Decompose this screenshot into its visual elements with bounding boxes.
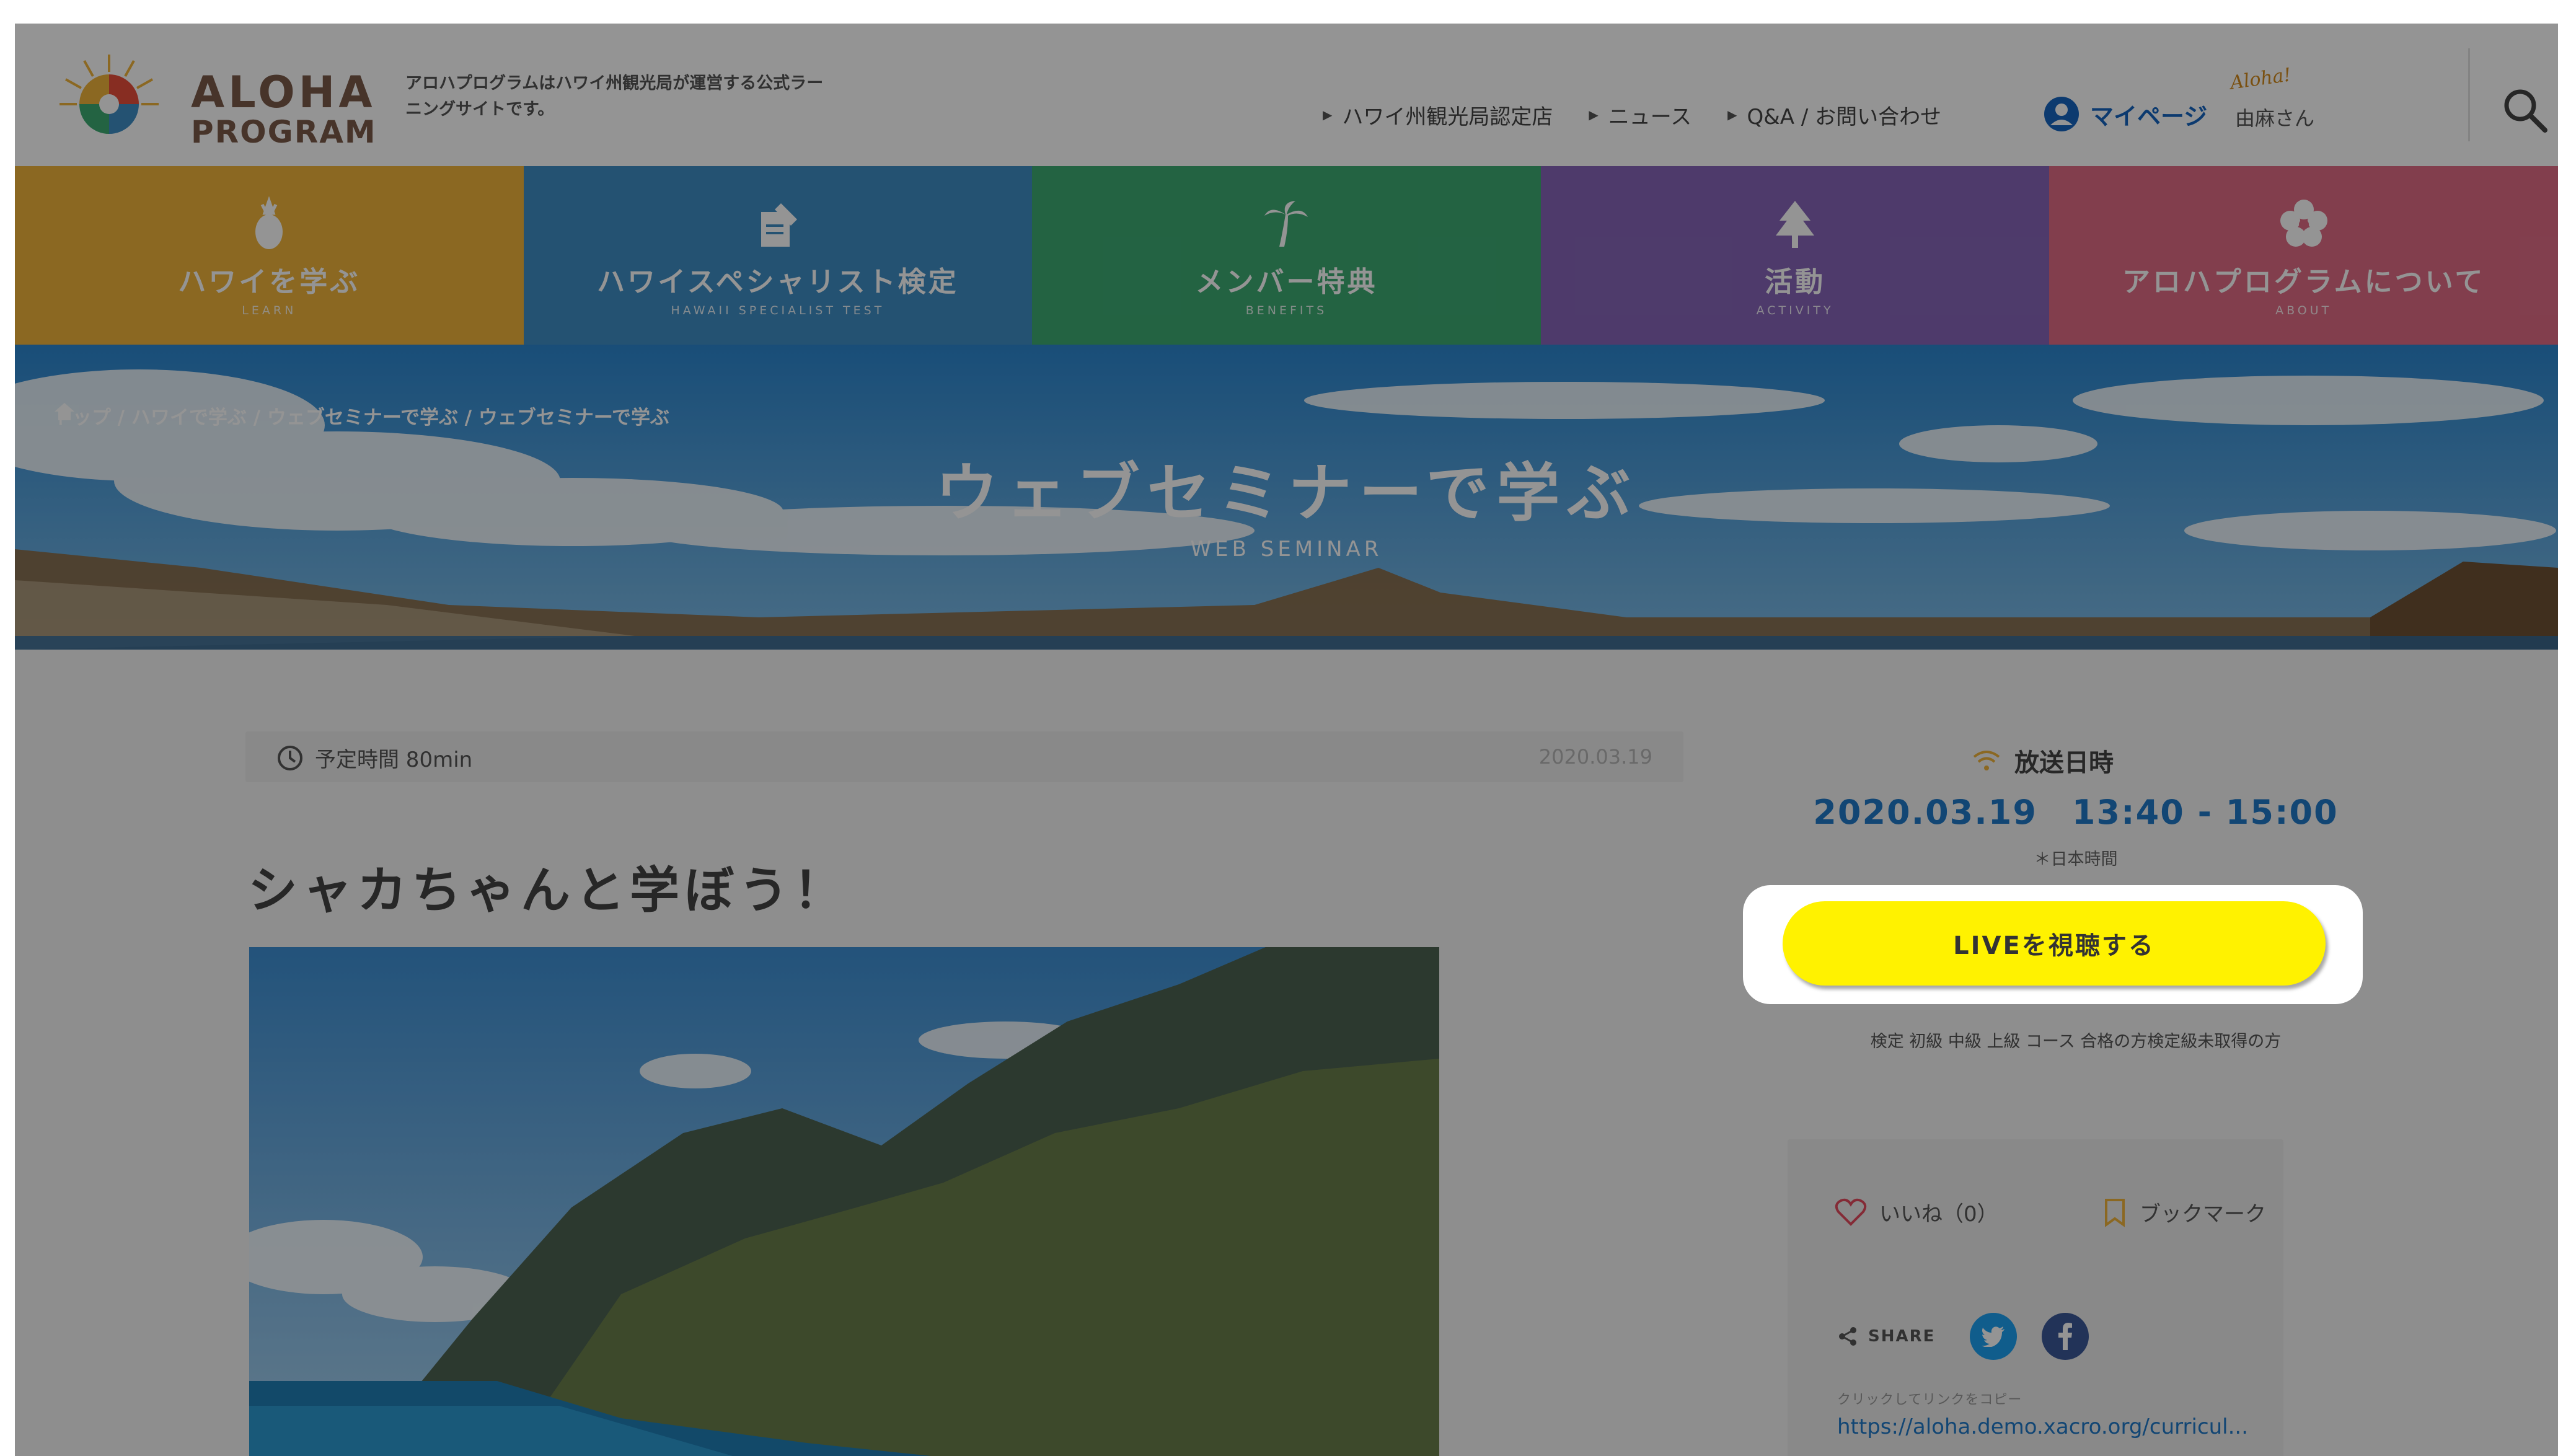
watch-live-button[interactable]: LIVEを視聴する (1783, 901, 2326, 986)
category-learn[interactable]: ハワイを学ぶ LEARN (15, 166, 524, 345)
category-label: ハワイスペシャリスト検定 (597, 265, 959, 298)
category-label: ハワイを学ぶ (178, 265, 361, 298)
category-sub: ACTIVITY (1756, 304, 1834, 317)
mypage-link[interactable]: マイページ (2043, 95, 2207, 133)
logo-text-aloha: ALOHA (191, 67, 376, 118)
topnav-label: Q&A / お問い合わせ (1747, 104, 1942, 130)
category-label: 活動 (1765, 265, 1826, 298)
category-label: アロハプログラムについて (2122, 265, 2485, 298)
eligibility-text: 検定 初級 中級 上級 コース 合格の方検定級未取得の方 (1870, 1032, 2282, 1051)
article-title: シャカちゃんと学ぼう！ (248, 862, 848, 919)
logo-text-program: PROGRAM (191, 114, 377, 150)
heart-icon (1835, 1198, 1867, 1226)
share-card (1788, 1139, 2283, 1456)
home-icon[interactable] (53, 402, 76, 421)
article-date: 2020.03.19 (1538, 745, 1652, 769)
facebook-share-button[interactable] (2042, 1313, 2089, 1360)
breadcrumb: トップ / ハワイで学ぶ / ウェブセミナーで学ぶ / ウェブセミナーで学ぶ (53, 402, 669, 430)
user-name: 由麻さん (2235, 107, 2315, 130)
twitter-icon (1982, 1326, 2005, 1347)
category-specialist-test[interactable]: ハワイスペシャリスト検定 HAWAII SPECIALIST TEST (523, 166, 1033, 345)
topnav-contact[interactable]: ▶ Q&A / お問い合わせ (1727, 100, 1941, 130)
tree-icon (1776, 201, 1815, 248)
pencil-paper-icon (761, 203, 797, 247)
breadcrumb-text[interactable]: トップ / ハワイで学ぶ / ウェブセミナーで学ぶ / ウェブセミナーで学ぶ (53, 402, 669, 430)
like-label: いいね（0） (1879, 1202, 1998, 1227)
broadcast-label: 放送日時 (2014, 749, 2114, 777)
page-title: ウェブセミナーで学ぶ (935, 457, 1638, 531)
copy-link-url[interactable]: https://aloha.demo.xacro.org/curricul... (1837, 1414, 2248, 1439)
article-hero-image (249, 947, 1439, 1456)
top-navigation: ▶ ハワイ州観光局認定店 ▶ ニュース ▶ Q&A / お問い合わせ (1323, 99, 1941, 130)
facebook-icon (2058, 1323, 2073, 1350)
category-sub: HAWAII SPECIALIST TEST (671, 304, 885, 317)
mypage-label: マイページ (2090, 102, 2208, 130)
share-icon (1839, 1327, 1856, 1346)
coast-mountains-image (249, 947, 1439, 1456)
category-benefits[interactable]: メンバー特典 BENEFITS (1032, 166, 1541, 345)
topnav-label: ハワイ州観光局認定店 (1342, 104, 1553, 130)
page-subtitle: WEB SEMINAR (1190, 537, 1383, 562)
site-tagline: アロハプログラムはハワイ州観光局が運営する公式ラーニングサイトです。 (405, 74, 824, 119)
triangle-right-icon: ▶ (1589, 107, 1599, 122)
twitter-share-button[interactable] (1970, 1313, 2018, 1360)
hero-banner: トップ / ハワイで学ぶ / ウェブセミナーで学ぶ / ウェブセミナーで学ぶ ウ… (15, 345, 2558, 650)
aloha-program-logo[interactable]: ALOHA PROGRAM (50, 45, 376, 150)
copy-link-hint: クリックしてリンクをコピー (1837, 1392, 2022, 1408)
clock-icon (278, 745, 302, 770)
category-sub: ABOUT (2275, 304, 2332, 317)
like-button[interactable]: いいね（0） (1835, 1197, 1998, 1227)
duration-text: 予定時間 80min (315, 748, 473, 772)
search-icon[interactable] (2500, 86, 2550, 135)
broadcast-datetime: 2020.03.19 13:40 - 15:00 (1813, 793, 2339, 832)
topnav-news[interactable]: ▶ ニュース (1589, 100, 1691, 130)
share-row: SHARE (1837, 1313, 2104, 1360)
category-activity[interactable]: 活動 ACTIVITY (1540, 166, 2050, 345)
category-sub: LEARN (242, 304, 297, 317)
category-navigation: ハワイを学ぶ LEARN ハワイスペシャリスト検定 HAWAII SPECIAL… (15, 166, 2558, 345)
triangle-right-icon: ▶ (1323, 107, 1333, 122)
triangle-right-icon: ▶ (1727, 107, 1737, 122)
greeting-text: Aloha! (2229, 64, 2293, 94)
header-divider (2468, 48, 2470, 141)
bookmark-icon (2105, 1198, 2125, 1227)
topnav-certified-shops[interactable]: ▶ ハワイ州観光局認定店 (1323, 100, 1553, 130)
bookmark-button[interactable]: ブックマーク (2102, 1197, 2266, 1227)
flower-icon (2280, 200, 2327, 247)
category-label: メンバー特典 (1195, 265, 1378, 298)
user-icon (2044, 97, 2079, 131)
timezone-note: ＊日本時間 (2034, 850, 2118, 869)
broadcast-signal-icon (1973, 751, 2000, 770)
broadcast-heading: 放送日時 (1971, 743, 2114, 779)
share-label: SHARE (1868, 1327, 1936, 1346)
bookmark-label: ブックマーク (2140, 1202, 2266, 1227)
site-header: ALOHA PROGRAM アロハプログラムはハワイ州観光局が運営する公式ラーニ… (15, 24, 2558, 166)
duration: 予定時間 80min (276, 743, 472, 773)
page: ALOHA PROGRAM アロハプログラムはハワイ州観光局が運営する公式ラーニ… (15, 24, 2558, 1456)
topnav-label: ニュース (1608, 104, 1692, 130)
logo-mark-icon (60, 55, 159, 134)
pineapple-icon (255, 196, 283, 249)
live-button-spotlight: LIVEを視聴する (1743, 885, 2363, 1004)
category-about[interactable]: アロハプログラムについて ABOUT (2049, 166, 2558, 345)
category-sub: BENEFITS (1245, 304, 1328, 317)
article-meta-bar: 予定時間 80min 2020.03.19 (245, 731, 1683, 782)
palm-tree-icon (1264, 201, 1308, 247)
